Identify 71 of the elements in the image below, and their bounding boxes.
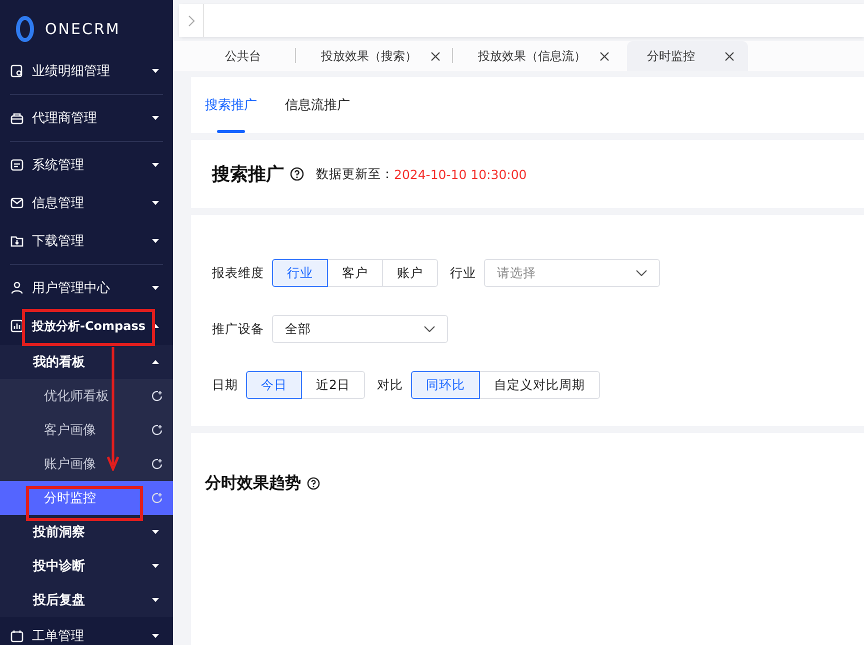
caret-icon [152,286,159,290]
caret-icon [152,201,159,205]
sidebar-item[interactable]: 信息管理 [0,184,173,222]
sidebar-item[interactable]: 优化师看板 [0,379,173,413]
briefcase-icon [10,111,24,125]
bar-chart-icon [10,319,24,333]
caret-icon [152,530,159,534]
segment-option[interactable]: 今日 [246,371,302,399]
filter-label: 推广设备 [212,320,264,338]
help-icon[interactable] [290,167,304,181]
page-tab[interactable]: 公共台 [199,41,295,71]
sidebar-item[interactable]: 系统管理 [0,146,173,184]
sidebar-item[interactable]: 投前洞察 [0,515,173,549]
content-tab[interactable]: 搜索推广 [205,77,257,133]
refresh-icon [151,492,163,504]
filter-label: 报表维度 [212,264,264,282]
sidebar-item[interactable]: 工单管理 [0,617,173,645]
section-title: 分时效果趋势 [205,473,301,494]
segment-option[interactable]: 行业 [272,259,328,287]
caret-icon [152,324,159,328]
chevron-right-icon [188,14,194,26]
caret-icon [152,598,159,602]
folder-download-icon [10,234,24,248]
segment-option[interactable]: 近2日 [301,371,365,399]
sidebar-item[interactable]: 账户画像 [0,447,173,481]
message-box-icon [10,158,24,172]
refresh-icon [151,424,163,436]
sidebar-item[interactable]: 投放分析-Compass [0,307,173,345]
page-tab[interactable]: 投放效果（搜索） [295,41,452,71]
close-icon[interactable] [725,52,734,60]
update-label: 数据更新至： [316,166,394,182]
sidebar-item[interactable]: 分时监控 [0,481,173,515]
caret-icon [152,69,159,73]
chevron-down-icon [636,270,647,276]
help-icon[interactable] [307,477,320,490]
page-title: 搜索推广 [212,163,284,186]
caret-icon [152,239,159,243]
calendar-icon [10,629,24,643]
sidebar-item[interactable]: 投中诊断 [0,549,173,583]
caret-icon [152,116,159,120]
page-tab[interactable]: 分时监控 [627,41,748,71]
segment-option[interactable]: 自定义对比周期 [478,371,600,399]
sidebar-item[interactable]: 我的看板 [0,345,173,379]
close-icon[interactable] [600,52,609,60]
close-icon[interactable] [431,52,440,60]
users-icon [10,281,24,295]
filter-label: 日期 [212,376,238,394]
logo-icon [15,16,35,42]
logo-text: ONECRM [45,20,120,38]
filter-label: 对比 [376,376,403,394]
sidebar-item[interactable]: 投后复盘 [0,583,173,617]
sidebar-item[interactable]: 客户画像 [0,413,173,447]
content-tab[interactable]: 信息流推广 [285,77,350,133]
sidebar-item[interactable]: 用户管理中心 [0,269,173,307]
refresh-icon [151,458,163,470]
segment-option[interactable]: 客户 [327,259,383,287]
mail-icon [10,196,24,210]
chevron-down-icon [424,326,435,332]
update-time: 2024-10-10 10:30:00 [394,166,527,182]
report-search-icon [10,64,24,78]
select-field[interactable]: 全部 [272,315,448,343]
select-field[interactable]: 请选择 [484,259,660,287]
refresh-icon [151,390,163,402]
segment-option[interactable]: 同环比 [410,371,480,399]
caret-icon [152,163,159,167]
caret-icon [152,634,159,638]
caret-icon [152,564,159,568]
filter-label: 行业 [450,264,476,282]
segment-option[interactable]: 账户 [382,259,438,287]
caret-icon [152,360,159,364]
page-tab[interactable]: 投放效果（信息流） [452,41,621,71]
